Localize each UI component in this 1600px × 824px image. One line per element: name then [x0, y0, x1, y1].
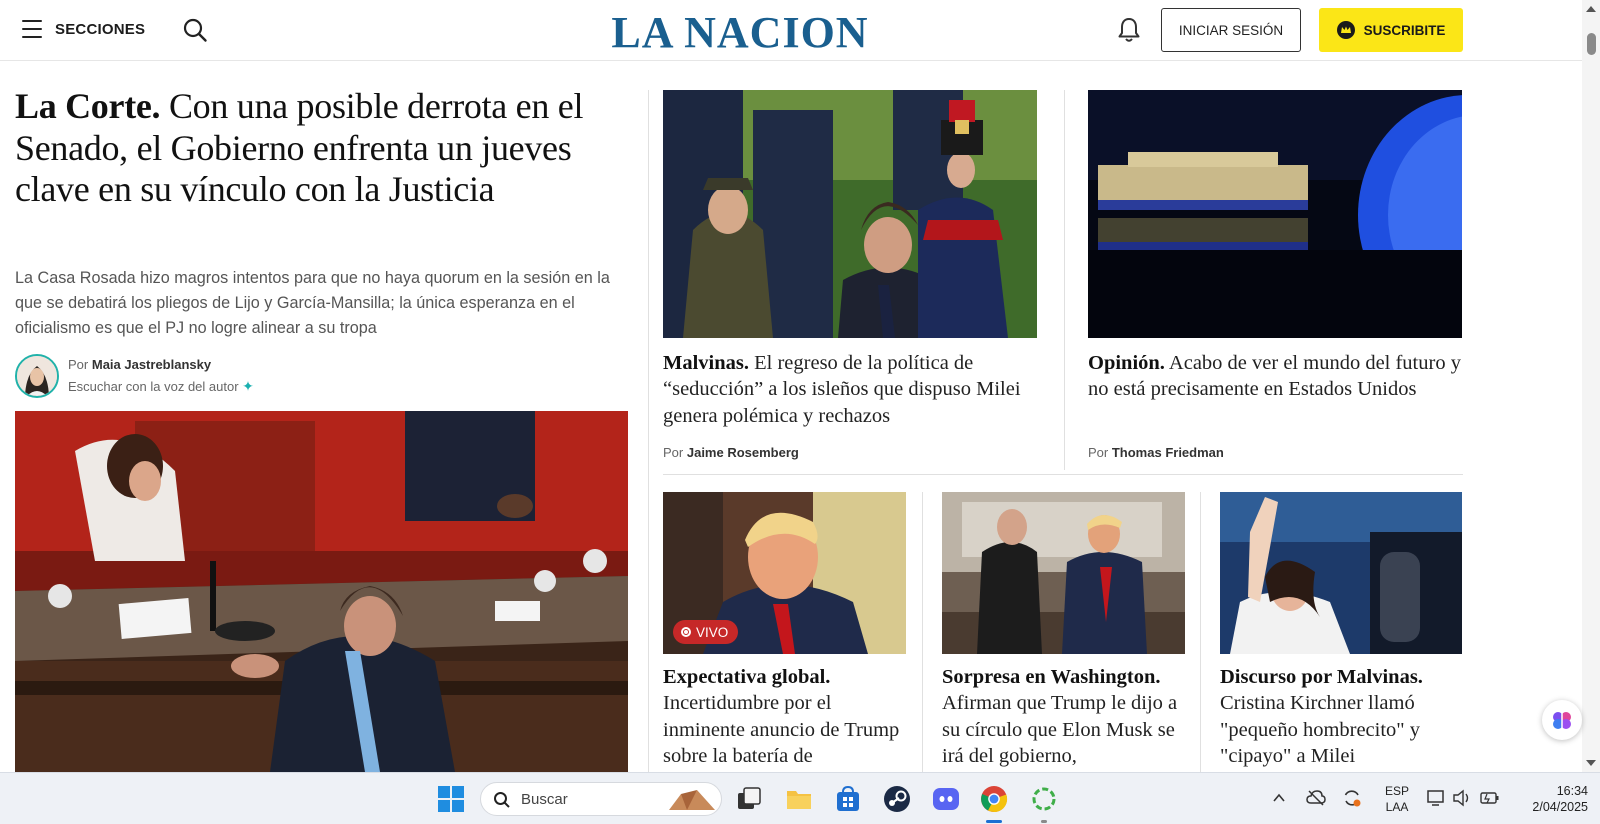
opinion-byline: Por Thomas Friedman	[1088, 445, 1224, 460]
search-highlight-image	[669, 790, 715, 810]
future-city-photo[interactable]	[1088, 90, 1462, 338]
column-divider	[922, 492, 923, 772]
site-header: SECCIONES LA NACION INICIAR SESIÓN SUSCR…	[0, 0, 1582, 61]
lead-headline[interactable]: La Corte. Con una posible derrota en el …	[15, 86, 635, 211]
hamburger-menu-icon[interactable]	[22, 20, 42, 39]
row-divider	[663, 474, 1463, 475]
chevron-up-icon[interactable]	[1272, 791, 1286, 805]
ai-sparkle-icon: ✦	[242, 378, 254, 394]
live-badge: VIVO	[673, 620, 739, 644]
task-view-icon[interactable]	[735, 785, 763, 813]
lead-photo[interactable]	[15, 411, 628, 772]
author-name[interactable]: Thomas Friedman	[1112, 445, 1224, 460]
steam-icon[interactable]	[883, 785, 911, 813]
listen-with-author-voice[interactable]: Escuchar con la voz del autor ✦	[68, 378, 254, 395]
column-divider	[1200, 492, 1201, 772]
monitor-icon[interactable]	[1425, 789, 1445, 807]
chrome-icon[interactable]	[980, 785, 1008, 813]
notifications-bell-icon[interactable]	[1116, 16, 1142, 44]
scroll-thumb[interactable]	[1587, 33, 1596, 55]
lead-summary: La Casa Rosada hizo magros intentos para…	[15, 269, 610, 337]
lead-kicker: La Corte.	[15, 86, 161, 126]
running-app-indicator	[1041, 820, 1047, 823]
search-icon[interactable]	[182, 17, 208, 43]
opinion-headline[interactable]: Opinión. Acabo de ver el mundo del futur…	[1088, 350, 1462, 403]
sync-icon[interactable]	[1342, 788, 1362, 808]
column-divider	[1064, 90, 1065, 470]
sections-menu-label[interactable]: SECCIONES	[55, 21, 145, 38]
author-byline: Por Maia Jastreblansky	[68, 357, 212, 372]
file-explorer-icon[interactable]	[785, 785, 813, 813]
live-indicator-icon	[681, 627, 691, 637]
search-icon	[494, 792, 510, 808]
login-button[interactable]: INICIAR SESIÓN	[1161, 8, 1301, 52]
malvinas-byline: Por Jaime Rosemberg	[663, 445, 799, 460]
volume-icon[interactable]	[1452, 789, 1472, 807]
taskbar-search-box[interactable]: Buscar	[480, 782, 722, 816]
cristina-headline[interactable]: Discurso por Malvinas. Cristina Kirchner…	[1220, 664, 1460, 769]
language-indicator[interactable]: ESP LAA	[1382, 783, 1412, 815]
microsoft-store-icon[interactable]	[834, 785, 862, 813]
subscribe-label: SUSCRIBITE	[1363, 22, 1446, 38]
malvinas-photo[interactable]	[663, 90, 1037, 338]
windows-start-icon[interactable]	[437, 785, 465, 813]
washington-headline[interactable]: Sorpresa en Washington. Afirman que Trum…	[942, 664, 1185, 769]
author-name[interactable]: Maia Jastreblansky	[92, 357, 211, 372]
scroll-down-arrow-icon[interactable]	[1586, 760, 1596, 766]
column-divider	[648, 90, 649, 772]
page-scrollbar[interactable]	[1582, 0, 1600, 772]
trump-headline[interactable]: Expectativa global. Incertidumbre por el…	[663, 664, 903, 769]
cristina-photo[interactable]	[1220, 492, 1462, 654]
cloud-offline-icon[interactable]	[1306, 789, 1326, 807]
author-avatar[interactable]	[15, 354, 59, 398]
malvinas-headline[interactable]: Malvinas. El regreso de la política de “…	[663, 350, 1033, 429]
app-loader-icon[interactable]	[1030, 785, 1058, 813]
scroll-up-arrow-icon[interactable]	[1586, 6, 1596, 12]
battery-icon[interactable]	[1480, 790, 1500, 806]
windows-taskbar: Buscar ESP LAA 16:34 2/04/2025	[0, 772, 1600, 824]
subscribe-button[interactable]: SUSCRIBITE	[1319, 8, 1463, 52]
discord-icon[interactable]	[932, 785, 960, 813]
site-logo[interactable]: LA NACION	[560, 7, 920, 58]
ai-assistant-button[interactable]	[1542, 700, 1582, 740]
brain-icon	[1553, 712, 1571, 729]
active-app-indicator	[986, 820, 1002, 823]
author-name[interactable]: Jaime Rosemberg	[687, 445, 799, 460]
crown-icon	[1336, 21, 1355, 39]
musk-trump-photo[interactable]	[942, 492, 1185, 654]
system-clock[interactable]: 16:34 2/04/2025	[1512, 783, 1588, 815]
